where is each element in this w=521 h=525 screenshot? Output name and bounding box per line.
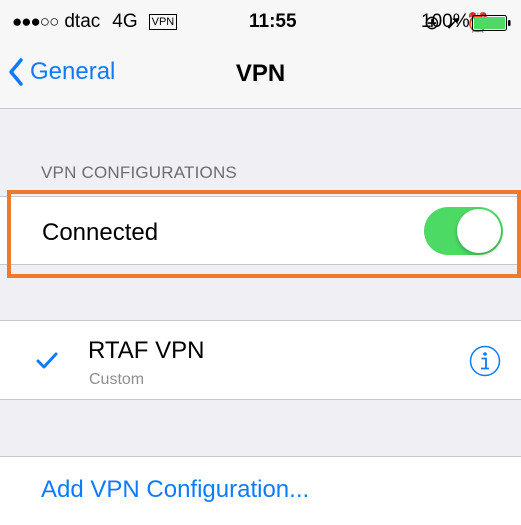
section-header-vpn-configurations: VPN CONFIGURATIONS xyxy=(41,163,237,182)
checkmark-icon xyxy=(36,352,58,369)
vpn-config-row-rtaf[interactable]: RTAF VPN Custom xyxy=(0,320,521,400)
battery-icon xyxy=(472,15,511,31)
status-bar: ●●●○○ dtac 4G VPN 11:55 ⊕ ➚ ⏰ 100% xyxy=(0,0,521,40)
vpn-connected-toggle[interactable] xyxy=(424,207,503,255)
navigation-bar: General VPN xyxy=(0,44,521,100)
vpn-config-type: Custom xyxy=(89,371,145,388)
carrier-name: dtac xyxy=(64,11,101,32)
battery-percentage: 100% xyxy=(421,11,470,32)
toggle-knob xyxy=(457,209,501,253)
network-type: 4G xyxy=(112,11,138,32)
status-left: ●●●○○ dtac 4G VPN xyxy=(12,11,178,33)
add-vpn-configuration-button[interactable]: Add VPN Configuration... xyxy=(41,476,309,504)
vpn-settings-screen: ●●●○○ dtac 4G VPN 11:55 ⊕ ➚ ⏰ 100% Gener… xyxy=(0,0,521,525)
info-icon[interactable] xyxy=(469,345,501,377)
signal-strength-icon: ●●●○○ xyxy=(12,12,59,31)
add-vpn-configuration-row[interactable]: Add VPN Configuration... xyxy=(0,456,521,525)
status-time: 11:55 xyxy=(249,11,297,32)
top-bar: ●●●○○ dtac 4G VPN 11:55 ⊕ ➚ ⏰ 100% Gener… xyxy=(0,0,521,109)
page-title: VPN xyxy=(235,60,286,87)
vpn-config-name: RTAF VPN xyxy=(88,337,205,364)
vpn-status-badge: VPN xyxy=(148,13,178,30)
connected-row: Connected xyxy=(0,196,521,265)
connected-label: Connected xyxy=(42,219,159,246)
